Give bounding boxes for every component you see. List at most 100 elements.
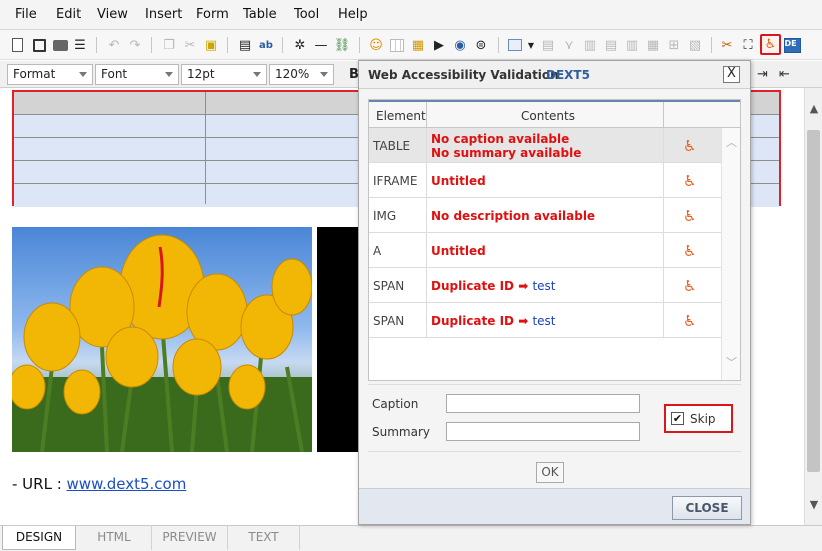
toolbar-divider (359, 37, 360, 53)
duplicate-id-value: test (532, 279, 556, 293)
cell-delete-icon[interactable]: ⊞ (665, 36, 683, 54)
chevron-up-icon[interactable]: ︿ (726, 134, 737, 150)
divider (368, 451, 741, 452)
cell-split-icon[interactable]: ▦ (644, 36, 662, 54)
column-insert-icon[interactable]: ▥ (623, 36, 641, 54)
row-issue: No description available (431, 209, 596, 223)
column-element: Element (376, 109, 426, 123)
result-row-a[interactable]: A Untitled ♿ (369, 233, 721, 268)
result-row-span[interactable]: SPAN Duplicate ID ➡ test ♿ (369, 268, 721, 303)
emoticon-icon[interactable]: ☺ (367, 36, 385, 54)
column-divider (663, 102, 664, 128)
scroll-down-icon[interactable]: ▼ (808, 498, 820, 511)
print-icon[interactable] (51, 36, 69, 54)
result-row-table[interactable]: TABLE No caption available No summary av… (369, 128, 721, 163)
row-issue: Duplicate ID (431, 314, 515, 328)
file-icon[interactable]: ⊜ (472, 36, 490, 54)
menu-tool[interactable]: Tool (294, 7, 319, 22)
tab-html[interactable]: HTML (77, 526, 152, 550)
video-icon[interactable]: ▶ (430, 36, 448, 54)
background-icon[interactable] (388, 36, 406, 54)
menu-edit[interactable]: Edit (56, 7, 81, 22)
menu-view[interactable]: View (97, 7, 128, 22)
row-element: A (373, 244, 382, 258)
outdent-icon[interactable]: ⇤ (779, 67, 790, 82)
media-icon[interactable]: ◉ (451, 36, 469, 54)
image-icon[interactable]: ▦ (409, 36, 427, 54)
accessibility-fix-icon[interactable]: ♿ (683, 137, 696, 155)
result-row-iframe[interactable]: IFRAME Untitled ♿ (369, 163, 721, 198)
accessibility-fix-icon[interactable]: ♿ (683, 277, 696, 295)
scrollbar-thumb[interactable] (807, 130, 820, 472)
menu-file[interactable]: File (15, 7, 37, 22)
find-icon[interactable]: ▤ (236, 36, 254, 54)
table-delete-icon[interactable]: ▧ (686, 36, 704, 54)
row-element: IMG (373, 209, 397, 223)
cell-divider (426, 233, 427, 268)
table-properties-icon[interactable]: ▤ (539, 36, 557, 54)
menu-table[interactable]: Table (243, 7, 277, 22)
link-icon[interactable]: ⛓ (333, 36, 351, 54)
indent-icon[interactable]: ⇥ (757, 67, 768, 82)
close-button[interactable]: CLOSE (672, 496, 742, 520)
divider (368, 384, 741, 385)
accessibility-fix-icon[interactable]: ♿ (683, 312, 696, 330)
redo-icon[interactable]: ↷ (126, 36, 144, 54)
font-select-label: Font (101, 67, 128, 81)
skip-checkbox-group[interactable]: ✔ Skip (664, 404, 733, 433)
zoom-select[interactable]: 120% (269, 64, 334, 85)
url-link[interactable]: www.dext5.com (67, 475, 187, 493)
editor-scrollbar[interactable]: ▲ ▼ (804, 88, 822, 525)
grid-scrollbar[interactable]: ︿ ﹀ (721, 128, 740, 380)
accessibility-icon[interactable]: ♿ (760, 34, 781, 55)
tulip-image[interactable] (12, 227, 312, 452)
embedded-frame[interactable] (317, 227, 361, 452)
cell-divider (426, 198, 427, 233)
menu-help[interactable]: Help (338, 7, 368, 22)
chevron-down-icon[interactable]: ﹀ (726, 354, 737, 370)
format-select[interactable]: Format (7, 64, 93, 85)
font-select[interactable]: Font (95, 64, 179, 85)
menu-insert[interactable]: Insert (145, 7, 182, 22)
scroll-up-icon[interactable]: ▲ (808, 102, 820, 115)
caption-input[interactable] (446, 394, 640, 413)
accessibility-fix-icon[interactable]: ♿ (683, 172, 696, 190)
result-row-img[interactable]: IMG No description available ♿ (369, 198, 721, 233)
cell-merge-icon[interactable]: ⋎ (560, 36, 578, 54)
dialog-close-button[interactable]: X (723, 66, 740, 83)
tab-text[interactable]: TEXT (228, 526, 300, 550)
row-issue: Duplicate ID (431, 279, 515, 293)
undo-icon[interactable]: ↶ (105, 36, 123, 54)
cell-properties-icon[interactable]: ▥ (581, 36, 599, 54)
tab-design[interactable]: DESIGN (2, 526, 76, 550)
dext5-about-icon[interactable]: DE (783, 36, 801, 54)
table-dropdown-icon[interactable]: ▼ (522, 36, 540, 54)
skip-checkbox[interactable]: ✔ (671, 412, 684, 425)
print-preview-icon[interactable]: ☰ (71, 36, 89, 54)
paste-icon[interactable]: ▣ (202, 36, 220, 54)
arrow-right-icon: ➡ (518, 314, 529, 328)
new-document-icon[interactable] (8, 36, 26, 54)
summary-label: Summary (372, 425, 430, 439)
row-contents: Duplicate ID ➡ test (431, 314, 556, 328)
tools-icon[interactable]: ✂ (718, 36, 736, 54)
save-icon[interactable] (30, 36, 48, 54)
cut-icon[interactable]: ✂ (181, 36, 199, 54)
fullscreen-icon[interactable]: ⛶ (739, 36, 757, 54)
menu-form[interactable]: Form (196, 7, 229, 22)
special-char-icon[interactable]: ✲ (291, 36, 309, 54)
horizontal-line-icon[interactable]: — (312, 36, 330, 54)
ok-button[interactable]: OK (536, 462, 564, 483)
font-size-select[interactable]: 12pt (181, 64, 267, 85)
summary-input[interactable] (446, 422, 640, 441)
result-row-span[interactable]: SPAN Duplicate ID ➡ test ♿ (369, 303, 721, 338)
row-insert-icon[interactable]: ▤ (602, 36, 620, 54)
tab-preview[interactable]: PREVIEW (152, 526, 228, 550)
accessibility-fix-icon[interactable]: ♿ (683, 207, 696, 225)
copy-icon[interactable]: ❐ (160, 36, 178, 54)
toolbar-divider (498, 37, 499, 53)
caption-label: Caption (372, 397, 419, 411)
column-divider (426, 102, 427, 128)
accessibility-fix-icon[interactable]: ♿ (683, 242, 696, 260)
spellcheck-icon[interactable]: ab (257, 36, 275, 54)
